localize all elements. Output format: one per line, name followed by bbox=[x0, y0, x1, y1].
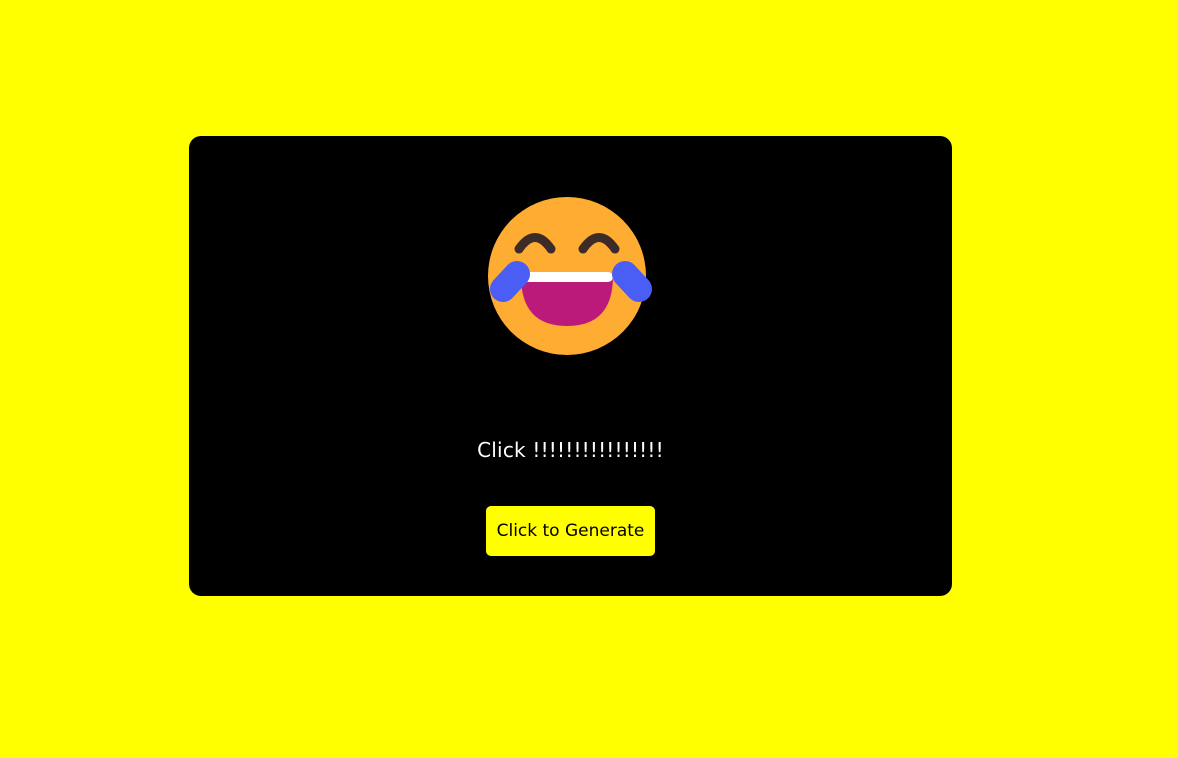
caption-text: Click !!!!!!!!!!!!!!!! bbox=[477, 438, 664, 462]
emoji-card: Click !!!!!!!!!!!!!!!! Click to Generate bbox=[189, 136, 952, 596]
face-with-tears-of-joy-icon bbox=[485, 194, 657, 358]
generate-button[interactable]: Click to Generate bbox=[486, 506, 655, 556]
